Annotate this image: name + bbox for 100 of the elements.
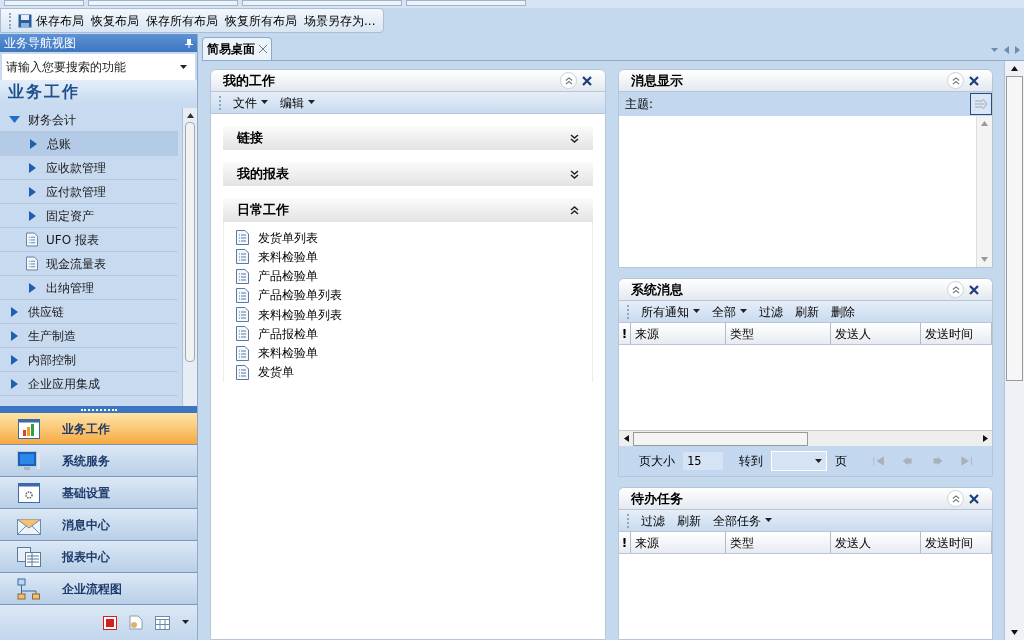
work-item-link[interactable]: 发货单列表 [258, 228, 318, 247]
scroll-up-icon[interactable] [186, 111, 194, 119]
expand-arrow-icon[interactable] [28, 186, 36, 197]
close-button[interactable] [968, 74, 980, 87]
scrollbar[interactable] [182, 108, 197, 406]
pin-icon[interactable] [185, 38, 193, 48]
document-icon [236, 249, 249, 265]
expand-arrow-icon[interactable] [28, 162, 36, 173]
work-item-link[interactable]: 产品检验单列表 [258, 286, 342, 305]
tree-item[interactable]: 总账 [0, 132, 178, 156]
close-icon[interactable] [259, 45, 267, 53]
expand-icon[interactable] [570, 133, 579, 143]
scroll-right-icon[interactable] [981, 435, 989, 442]
section-title: 业务工作 [0, 80, 197, 104]
monitor-icon [17, 450, 41, 471]
toolbar-button[interactable]: 删除 [831, 302, 855, 321]
toolbar-button[interactable]: 编辑 [280, 93, 315, 112]
close-button[interactable] [968, 283, 980, 296]
toolbar-button[interactable]: 所有通知 [641, 302, 700, 321]
expand-arrow-icon[interactable] [28, 282, 36, 293]
document-tab[interactable]: 简易桌面 [202, 37, 272, 60]
toolbar-button[interactable]: 保存所有布局 [146, 11, 218, 30]
section-header[interactable]: 我的报表 [223, 162, 593, 186]
tree-item[interactable]: 生产制造 [0, 324, 178, 348]
column-header[interactable]: 发送人 [831, 323, 921, 344]
toolbar-button[interactable]: 全部 [712, 302, 747, 321]
toolbar-button[interactable]: 过滤 [759, 302, 783, 321]
tree-item[interactable]: UFO 报表 [0, 228, 178, 252]
tree-item-label: 财务会计 [28, 111, 76, 129]
work-item-link[interactable]: 产品报检单 [258, 324, 318, 343]
tree-item-label: 应付款管理 [46, 183, 106, 201]
tree-item[interactable]: 内部控制 [0, 348, 178, 372]
column-header[interactable]: 发送时间 [921, 532, 992, 553]
scrollbar[interactable] [1004, 61, 1024, 640]
expand-arrow-icon[interactable] [10, 378, 18, 389]
tree-item[interactable]: 出纳管理 [0, 276, 178, 300]
navigation-button[interactable]: 系统服务 [0, 445, 197, 477]
close-button[interactable] [581, 74, 593, 87]
work-item-link[interactable]: 来料检验单 [258, 247, 318, 266]
page-label: 页 [835, 453, 847, 470]
tree-item[interactable]: 应付款管理 [0, 180, 178, 204]
toolbar-button[interactable]: 场景另存为... [304, 11, 376, 30]
grid-icon[interactable] [155, 615, 170, 630]
square-icon[interactable] [103, 615, 117, 630]
tree-item[interactable]: 固定资产 [0, 204, 178, 228]
scroll-up-icon[interactable] [1011, 65, 1018, 72]
work-item-link[interactable]: 发货单 [258, 363, 294, 382]
subject-label: 主题: [625, 96, 655, 113]
save-icon [18, 13, 32, 28]
tree-item[interactable]: 企业应用集成 [0, 372, 178, 396]
expand-arrow-icon[interactable] [28, 210, 36, 221]
toolbar-button[interactable]: 刷新 [677, 511, 701, 530]
toolbar-button[interactable]: 恢复所有布局 [225, 11, 297, 30]
document-icon [236, 268, 249, 284]
toolbar-button[interactable]: 刷新 [795, 302, 819, 321]
work-item-link[interactable]: 来料检验单 [258, 344, 318, 363]
toolbar-button[interactable]: 过滤 [641, 511, 665, 530]
column-header[interactable]: 发送时间 [921, 323, 992, 344]
forward-button[interactable] [970, 93, 992, 115]
column-header[interactable]: 来源 [631, 532, 726, 553]
scroll-left-icon[interactable] [622, 435, 630, 442]
toolbar-button[interactable]: 恢复布局 [91, 11, 139, 30]
scroll-down-icon[interactable] [1011, 629, 1018, 636]
work-item-link[interactable]: 产品检验单 [258, 267, 318, 286]
toolbar-button[interactable]: 保存布局 [18, 11, 84, 30]
column-header[interactable]: 类型 [726, 532, 831, 553]
tree-item[interactable]: 供应链 [0, 300, 178, 324]
column-header[interactable]: ! [619, 532, 631, 553]
navigation-button[interactable]: 消息中心 [0, 509, 197, 541]
tree-item[interactable]: 现金流量表 [0, 252, 178, 276]
tree-item[interactable]: 应收款管理 [0, 156, 178, 180]
expand-icon[interactable] [570, 169, 579, 179]
work-item-link[interactable]: 来料检验单列表 [258, 305, 342, 324]
navigation-button[interactable]: 报表中心 [0, 541, 197, 573]
section-header[interactable]: 日常工作 [223, 198, 593, 222]
navigation-button[interactable]: 基础设置 [0, 477, 197, 509]
expand-arrow-icon[interactable] [10, 306, 18, 317]
collapse-icon[interactable] [570, 205, 579, 215]
expand-arrow-icon[interactable] [10, 354, 18, 365]
collapse-arrow-icon[interactable] [8, 116, 20, 123]
navigation-button[interactable]: 企业流程图 [0, 573, 197, 605]
close-button[interactable] [968, 492, 980, 505]
navigation-button[interactable]: 业务工作 [0, 413, 197, 445]
document-icon [26, 232, 38, 247]
dropdown-icon[interactable] [991, 47, 998, 53]
column-header[interactable]: 来源 [631, 323, 726, 344]
toolbar-button[interactable]: 全部任务 [713, 511, 772, 530]
panel-title: 系统消息 [631, 280, 684, 299]
page-size-field[interactable]: 15 [683, 452, 723, 470]
horizontal-scrollbar[interactable] [619, 430, 992, 446]
section-header[interactable]: 链接 [223, 126, 593, 150]
column-header[interactable]: 类型 [726, 323, 831, 344]
expand-arrow-icon[interactable] [10, 330, 18, 341]
column-header[interactable]: ! [619, 323, 631, 344]
column-header[interactable]: 发送人 [831, 532, 921, 553]
caret-icon [815, 458, 822, 464]
splitter[interactable] [0, 406, 197, 413]
tree-item-label: 固定资产 [46, 207, 94, 225]
toolbar-button[interactable]: 文件 [233, 93, 268, 112]
expand-arrow-icon[interactable] [29, 139, 37, 149]
